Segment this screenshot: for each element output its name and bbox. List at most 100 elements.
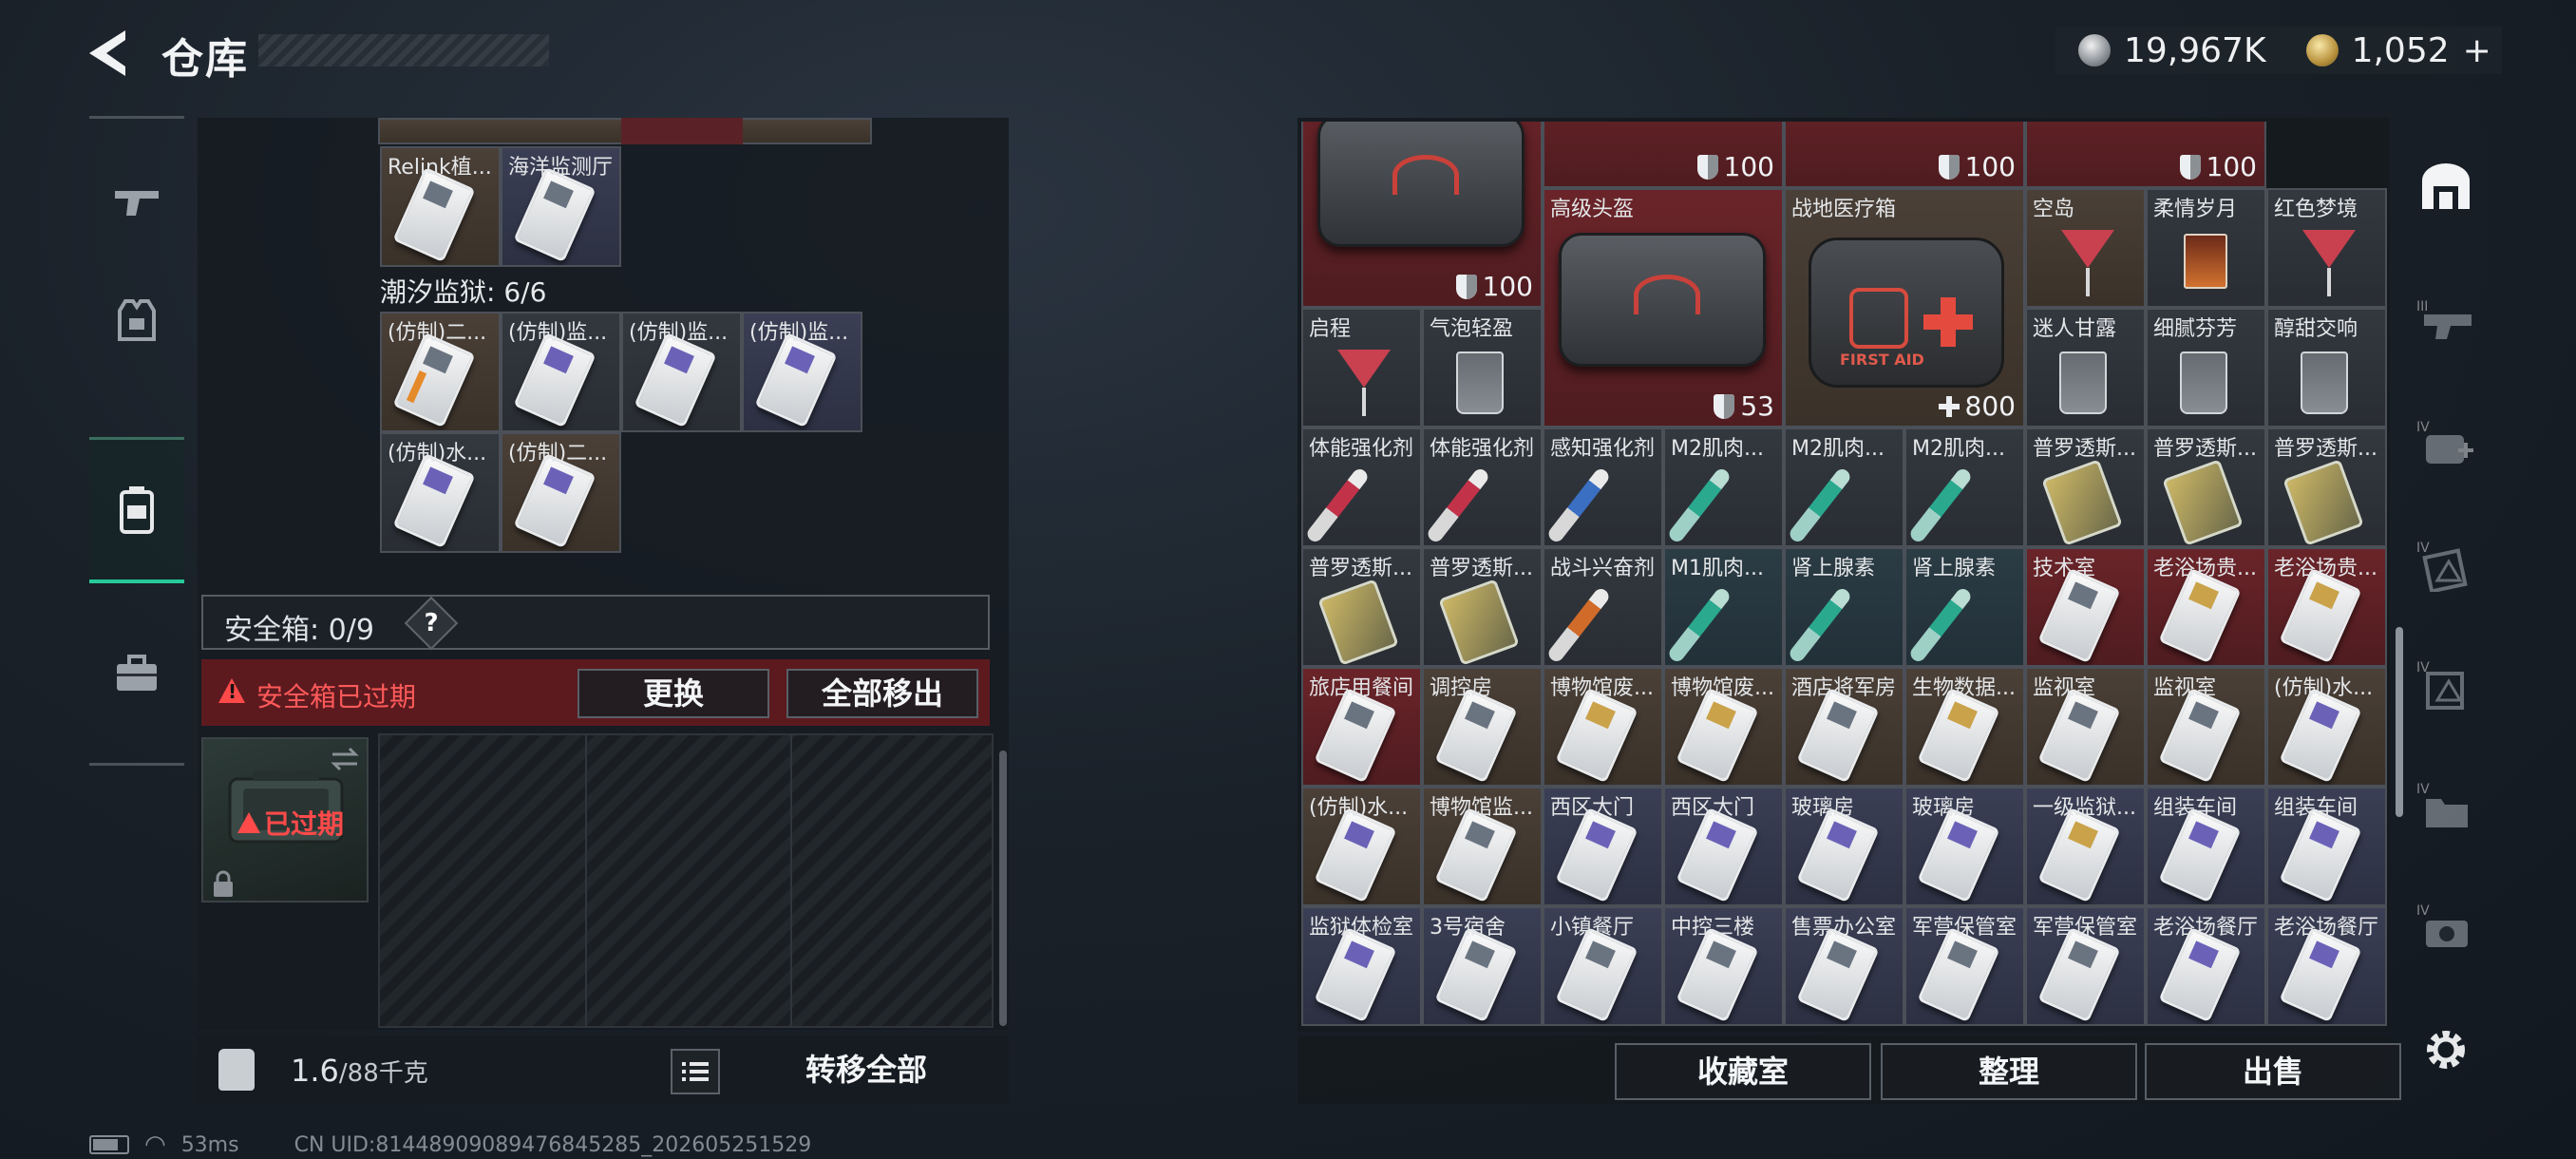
sort-button[interactable]: 整理 (1881, 1043, 2137, 1100)
item-slot[interactable]: 监视室 (2025, 667, 2146, 787)
item-slot[interactable]: M2肌肉... (1663, 428, 1784, 547)
item-slot[interactable]: 100 (1543, 122, 1784, 188)
item-slot[interactable]: (仿制)二... (501, 432, 621, 553)
item-slot[interactable]: M1肌肉... (1663, 547, 1784, 667)
help-button[interactable]: ? (404, 596, 459, 651)
item-slot[interactable]: 小镇餐厅 (1543, 906, 1663, 1026)
tier4-folder-icon[interactable]: IV (2415, 775, 2477, 838)
item-slot[interactable]: 柔情岁月 (2146, 188, 2266, 308)
item-slot[interactable]: 玻璃房 (1904, 787, 2025, 906)
item-slot[interactable]: 3号宿舍 (1422, 906, 1543, 1026)
tier4-keycard-icon[interactable]: IV (2415, 534, 2477, 597)
item-slot[interactable]: (仿制)监... (621, 312, 742, 432)
item-slot[interactable]: 体能强化剂 (1301, 428, 1422, 547)
safebox-grid[interactable] (378, 733, 994, 1028)
item-slot[interactable]: 肾上腺素 (1784, 547, 1904, 667)
item-slot[interactable]: 监狱体检室 (1301, 906, 1422, 1026)
list-view-icon[interactable] (671, 1049, 720, 1094)
settings-gear-icon[interactable] (2420, 1024, 2472, 1075)
item-slot[interactable]: 技术室 (2025, 547, 2146, 667)
item-slot[interactable]: 中控三楼 (1663, 906, 1784, 1026)
item-slot[interactable]: 博物馆废... (1663, 667, 1784, 787)
item-slot[interactable]: 一级监狱... (2025, 787, 2146, 906)
item-slot[interactable]: (仿制)监... (742, 312, 862, 432)
item-slot[interactable]: 老浴场餐厅 (2146, 906, 2266, 1026)
tier3-weapon-icon[interactable]: III (2415, 289, 2477, 352)
item-slot[interactable]: 100 (2025, 122, 2266, 188)
item-slot[interactable]: 军营保管室 (1904, 906, 2025, 1026)
nav-toolbox[interactable] (89, 621, 184, 726)
item-slot[interactable]: (仿制)水... (1301, 787, 1422, 906)
item-slot[interactable]: 售票办公室 (1784, 906, 1904, 1026)
add-currency-plus[interactable]: + (2463, 31, 2491, 70)
item-slot[interactable]: (仿制)水... (2266, 667, 2387, 787)
item-slot[interactable]: (仿制)监... (501, 312, 621, 432)
item-slot[interactable]: 普罗透斯... (1422, 547, 1543, 667)
item-slot[interactable]: 老浴场贵... (2266, 547, 2387, 667)
item-slot[interactable]: 迷人甘露 (2025, 308, 2146, 428)
item-slot[interactable]: M2肌肉... (1904, 428, 2025, 547)
item-slot[interactable]: 监视室 (2146, 667, 2266, 787)
item-slot[interactable]: 体能强化剂 (1422, 428, 1543, 547)
item-slot[interactable]: 西区大门 (1543, 787, 1663, 906)
item-slot[interactable]: Relink植... (380, 146, 501, 267)
nav-backpack[interactable] (89, 437, 184, 583)
syringe-icon (1545, 466, 1612, 545)
replace-button[interactable]: 更换 (578, 669, 769, 718)
item-slot[interactable]: 西区大门 (1663, 787, 1784, 906)
item-slot[interactable]: 调控房 (1422, 667, 1543, 787)
item-slot[interactable]: 感知强化剂 (1543, 428, 1663, 547)
left-scrollbar[interactable] (999, 750, 1007, 1026)
back-arrow-icon[interactable] (84, 27, 141, 80)
item-slot[interactable]: (仿制)二... (380, 312, 501, 432)
tier4-medical-icon[interactable]: IV (2415, 412, 2477, 475)
item-slot[interactable]: 醇甜交响 (2266, 308, 2387, 428)
tier4-keycard-icon[interactable]: IV (2415, 654, 2477, 716)
nav-armor[interactable] (89, 268, 184, 372)
item-slot[interactable]: 战斗兴奋剂 (1543, 547, 1663, 667)
item-slot[interactable]: 军营保管室 (2025, 906, 2146, 1026)
right-scrollbar[interactable] (2396, 627, 2403, 817)
nav-weapons[interactable] (89, 150, 184, 255)
transfer-all-button[interactable]: 转移全部 (743, 1043, 990, 1096)
keycard-icon (2037, 567, 2121, 664)
item-slot[interactable]: 普罗透斯... (1301, 547, 1422, 667)
tier4-gear-icon[interactable]: IV (2415, 897, 2477, 960)
item-slot[interactable]: 高级头盔 53 (1543, 188, 1784, 428)
item-slot[interactable]: 老浴场餐厅 (2266, 906, 2387, 1026)
currency-bar[interactable]: 19,967K 1,052 + (2055, 27, 2502, 74)
move-out-all-button[interactable]: 全部移出 (786, 669, 978, 718)
item-slot[interactable]: 启程 (1301, 308, 1422, 428)
storage-home-icon[interactable] (2415, 156, 2477, 218)
item-slot[interactable]: 老浴场贵... (2146, 547, 2266, 667)
item-slot[interactable]: 玻璃房 (1784, 787, 1904, 906)
item-slot[interactable]: 组装车间 (2146, 787, 2266, 906)
safebox-slot[interactable]: 已过期 (201, 737, 369, 902)
item-slot[interactable]: 肾上腺素 (1904, 547, 2025, 667)
item-slot[interactable]: 空岛 (2025, 188, 2146, 308)
item-slot[interactable]: 100 (1784, 122, 2025, 188)
item-slot[interactable]: M2肌肉... (1784, 428, 1904, 547)
item-slot[interactable]: 酒店将军房 (1784, 667, 1904, 787)
item-slot[interactable]: 博物馆监... (1422, 787, 1543, 906)
collection-room-button[interactable]: 收藏室 (1615, 1043, 1871, 1100)
item-slot[interactable]: (仿制)水... (380, 432, 501, 553)
item-slot[interactable]: 普罗透斯... (2025, 428, 2146, 547)
item-slot[interactable]: 100 (1301, 122, 1543, 308)
item-slot[interactable]: 细腻芬芳 (2146, 308, 2266, 428)
item-slot[interactable]: 旅店用餐间 (1301, 667, 1422, 787)
item-slot[interactable]: 博物馆废... (1543, 667, 1663, 787)
item-slot[interactable]: FIRST AID 战地医疗箱 800 (1784, 188, 2025, 428)
item-slot[interactable]: 组装车间 (2266, 787, 2387, 906)
swap-icon[interactable] (329, 745, 361, 773)
item-slot[interactable]: 红色梦境 (2266, 188, 2387, 308)
keycard-icon (2158, 567, 2242, 664)
item-slot[interactable]: 普罗透斯... (2266, 428, 2387, 547)
item-slot[interactable]: 气泡轻盈 (1422, 308, 1543, 428)
item-slot[interactable]: 普罗透斯... (2146, 428, 2266, 547)
item-slot[interactable]: 生物数据... (1904, 667, 2025, 787)
item-slot[interactable]: 海洋监测厅 (501, 146, 621, 267)
gun-icon (115, 191, 159, 216)
sell-button[interactable]: 出售 (2145, 1043, 2401, 1100)
glass-icon (2180, 352, 2227, 414)
